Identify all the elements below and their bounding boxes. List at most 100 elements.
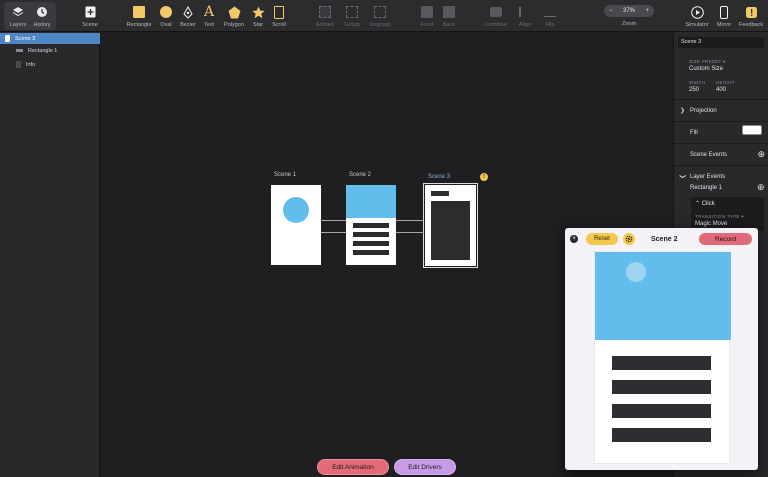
rectangle-layer-icon: [16, 49, 23, 52]
transition-arrow[interactable]: [396, 232, 424, 233]
size-preset-label[interactable]: SIZE PRESET ▾: [689, 59, 726, 65]
star-icon: [251, 5, 265, 19]
content-bar[interactable]: [353, 241, 389, 246]
zoom-out-button[interactable]: −: [609, 8, 613, 14]
simulator-button[interactable]: Simulator: [683, 2, 711, 30]
transition-type-value[interactable]: Magic Move: [695, 221, 727, 227]
oval-icon: [159, 5, 173, 19]
align-icon: [518, 5, 532, 19]
scene-3-artboard[interactable]: [425, 185, 476, 266]
layer-item-info[interactable]: Info: [0, 59, 100, 70]
width-label: WIDTH: [689, 80, 706, 85]
flip-button[interactable]: Flip: [540, 2, 560, 30]
scene-name-input[interactable]: Scene 3: [678, 37, 764, 48]
gear-icon[interactable]: [623, 233, 635, 245]
front-button[interactable]: Front: [417, 2, 437, 30]
rectangle-tool[interactable]: Rectangle: [125, 2, 153, 30]
layer-event-target[interactable]: Rectangle 1: [690, 185, 722, 191]
combine-button[interactable]: Combine: [482, 2, 510, 30]
preview-header: [595, 252, 731, 340]
chevron-right-icon: ❯: [680, 108, 686, 114]
layer-label: Rectangle 1: [28, 47, 58, 54]
transition-arrow[interactable]: [321, 232, 346, 233]
layers-label: Layers: [9, 22, 27, 28]
embed-button[interactable]: Embed: [314, 2, 336, 30]
info-label-shape[interactable]: [431, 191, 449, 196]
group-button[interactable]: Group: [342, 2, 362, 30]
history-button[interactable]: History: [31, 2, 53, 30]
edit-drivers-button[interactable]: Edit Drivers: [394, 459, 456, 475]
content-bar[interactable]: [353, 232, 389, 237]
preview-window: × Reset Scene 2 Record: [565, 228, 758, 470]
add-scene-event-icon[interactable]: ⊕: [757, 149, 765, 160]
reset-button[interactable]: Reset: [586, 233, 618, 245]
height-label: HEIGHT: [716, 80, 735, 85]
preview-bar: [612, 428, 711, 442]
edit-animation-button[interactable]: Edit Animation: [317, 459, 389, 475]
toolbar: Layers History Scene Rectangle Oval Bezi…: [0, 0, 768, 32]
height-field[interactable]: 400: [716, 87, 726, 93]
width-field[interactable]: 250: [689, 87, 699, 93]
rectangle-1-shape[interactable]: [431, 201, 470, 260]
layers-history-toggle: Layers History: [4, 2, 56, 30]
feedback-icon: [744, 5, 758, 19]
transition-arrow[interactable]: [321, 220, 346, 221]
layer-events-section[interactable]: ❯ Layer Events: [674, 165, 768, 187]
header-shape[interactable]: [346, 185, 396, 218]
scene-2-artboard[interactable]: [346, 185, 396, 265]
bezier-tool[interactable]: Bezier: [178, 2, 198, 30]
record-button[interactable]: Record: [699, 233, 752, 245]
play-icon: [690, 5, 704, 19]
layer-item-rectangle-1[interactable]: Rectangle 1: [0, 45, 100, 56]
transition-arrow[interactable]: [396, 220, 424, 221]
scene-icon: [5, 35, 10, 42]
size-preset-value[interactable]: Custom Size: [689, 66, 723, 72]
add-scene-icon: [83, 5, 97, 19]
scene-button[interactable]: Scene: [80, 2, 100, 30]
scene-events-section: Scene Events ⊕: [674, 143, 768, 165]
chevron-down-icon: ❯: [679, 173, 686, 180]
close-icon[interactable]: ×: [570, 235, 578, 243]
add-layer-event-icon[interactable]: ⊕: [757, 182, 765, 193]
event-trigger[interactable]: ⌃ Click: [695, 200, 715, 207]
zoom-in-button[interactable]: +: [645, 8, 649, 14]
layers-button[interactable]: Layers: [7, 2, 29, 30]
embed-icon: [318, 5, 332, 19]
projection-section[interactable]: ❯ Projection: [674, 99, 768, 121]
scene-1-artboard[interactable]: [271, 185, 321, 265]
zoom-label: Zoom: [622, 21, 637, 27]
feedback-button[interactable]: Feedback: [737, 2, 765, 30]
layer-item-scene-3[interactable]: Scene 3: [0, 33, 100, 44]
preview-bar: [612, 356, 711, 370]
phone-icon: [717, 5, 731, 19]
align-button[interactable]: Align: [515, 2, 535, 30]
back-button[interactable]: Back: [440, 2, 458, 30]
content-bar[interactable]: [353, 223, 389, 228]
scroll-tool[interactable]: Scroll: [269, 2, 289, 30]
group-icon: [345, 5, 359, 19]
preview-title: Scene 2: [651, 236, 678, 243]
history-label: History: [33, 22, 51, 28]
content-bar[interactable]: [353, 250, 389, 255]
warning-badge[interactable]: !: [480, 173, 488, 181]
scroll-icon: [272, 5, 286, 19]
preview-bar: [612, 404, 711, 418]
scene-3-title[interactable]: Scene 3: [428, 174, 450, 180]
oval-tool[interactable]: Oval: [157, 2, 175, 30]
circle-shape[interactable]: [283, 197, 309, 223]
rectangle-icon: [132, 5, 146, 19]
fill-color-swatch[interactable]: [742, 125, 762, 135]
event-card[interactable]: ⌃ Click TRANSITION TYPE ▾ Magic Move: [691, 197, 764, 231]
preview-screen[interactable]: [594, 251, 731, 464]
mirror-button[interactable]: Mirror: [714, 2, 734, 30]
scene-2-title[interactable]: Scene 2: [349, 172, 371, 178]
layers-panel: Scene 3 Rectangle 1 Info: [0, 32, 100, 477]
scene-1-title[interactable]: Scene 1: [274, 172, 296, 178]
polygon-tool[interactable]: Polygon: [222, 2, 246, 30]
app-window: Layers History Scene Rectangle Oval Bezi…: [0, 0, 768, 477]
clock-icon: [35, 5, 49, 19]
zoom-value[interactable]: 37%: [623, 8, 635, 14]
star-tool[interactable]: Star: [250, 2, 266, 30]
text-tool[interactable]: A Text: [201, 2, 217, 30]
ungroup-button[interactable]: Ungroup: [367, 2, 393, 30]
